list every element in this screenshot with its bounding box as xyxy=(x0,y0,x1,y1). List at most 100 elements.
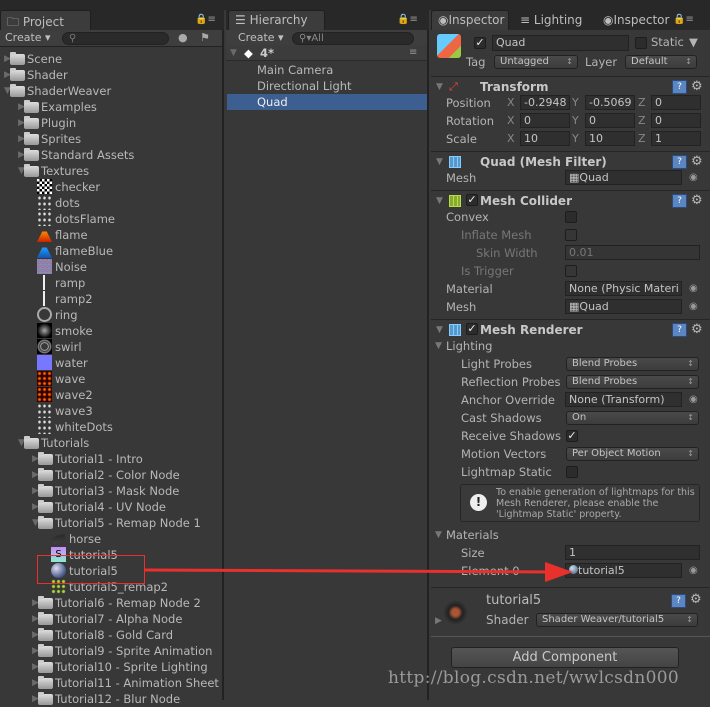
tab-project[interactable]: 🗀 Project xyxy=(0,10,91,30)
help-icon[interactable]: ? xyxy=(672,80,687,94)
cast-shadows-dropdown[interactable]: On xyxy=(566,411,699,425)
project-folder-item[interactable]: ▼ Tutorials xyxy=(0,435,222,451)
lighting-foldout[interactable]: ▼ Lighting xyxy=(431,337,710,355)
help-icon[interactable]: ? xyxy=(672,194,687,208)
project-asset-item[interactable]: wave xyxy=(0,371,222,387)
project-asset-item[interactable]: flame xyxy=(0,227,222,243)
mesh-collider-enabled-checkbox[interactable]: ✓ xyxy=(466,194,478,206)
project-asset-item[interactable]: ramp2 xyxy=(0,291,222,307)
element-0-field[interactable]: tutorial5 xyxy=(565,563,682,578)
project-folder-item[interactable]: ▶ Tutorial12 - Blur Node xyxy=(0,691,222,707)
active-checkbox[interactable]: ✓ xyxy=(474,37,486,49)
project-asset-item[interactable]: checker xyxy=(0,179,222,195)
add-component-button[interactable]: Add Component xyxy=(451,647,679,668)
layer-dropdown[interactable]: Default xyxy=(625,55,697,69)
receive-shadows-checkbox[interactable]: ✓ xyxy=(566,430,578,442)
project-folder-item[interactable]: ▶ Examples xyxy=(0,99,222,115)
help-icon[interactable]: ? xyxy=(672,155,687,169)
project-asset-item[interactable]: ramp xyxy=(0,275,222,291)
convex-checkbox[interactable] xyxy=(565,211,577,223)
hierarchy-search-input[interactable]: ⚲▾All xyxy=(292,32,414,45)
project-asset-item[interactable]: whiteDots xyxy=(0,419,222,435)
project-folder-item[interactable]: ▶ Tutorial1 - Intro xyxy=(0,451,222,467)
project-folder-item[interactable]: ▶ Plugin xyxy=(0,115,222,131)
project-folder-item[interactable]: ▶ Tutorial11 - Animation Sheet xyxy=(0,675,222,691)
motion-vectors-dropdown[interactable]: Per Object Motion xyxy=(566,447,699,461)
project-folder-item[interactable]: ▶ Tutorial9 - Sprite Animation xyxy=(0,643,222,659)
project-folder-item[interactable]: ▶ Tutorial6 - Remap Node 2 xyxy=(0,595,222,611)
project-folder-item[interactable]: ▶ Tutorial4 - UV Node xyxy=(0,499,222,515)
object-name-input[interactable]: Quad xyxy=(492,35,629,51)
project-asset-item[interactable]: horse xyxy=(0,531,222,547)
physic-material-field[interactable]: None (Physic Materi xyxy=(565,281,682,296)
tag-dropdown[interactable]: Untagged xyxy=(494,55,578,69)
reflection-probes-dropdown[interactable]: Blend Probes xyxy=(566,375,699,389)
project-folder-item[interactable]: ▶ Scene xyxy=(0,51,222,67)
project-asset-item[interactable]: wave2 xyxy=(0,387,222,403)
lightmap-static-checkbox[interactable] xyxy=(566,466,578,478)
object-picker-icon[interactable]: ◉ xyxy=(689,298,698,316)
hierarchy-item[interactable]: Directional Light xyxy=(227,78,427,94)
light-probes-dropdown[interactable]: Blend Probes xyxy=(566,357,699,371)
transform-header[interactable]: ▼ ⤢ Transform ? ⚙ xyxy=(431,76,710,96)
project-asset-item[interactable]: ring xyxy=(0,307,222,323)
scene-header[interactable]: ▼ ◆ 4* ≡ xyxy=(226,45,427,61)
lock-icon[interactable]: 🔒≡ xyxy=(397,14,418,25)
project-asset-item[interactable]: swirl xyxy=(0,339,222,355)
mesh-renderer-enabled-checkbox[interactable]: ✓ xyxy=(466,323,478,335)
project-folder-item[interactable]: ▶ Tutorial2 - Color Node xyxy=(0,467,222,483)
project-folder-item[interactable]: ▼ Tutorial5 - Remap Node 1 xyxy=(0,515,222,531)
materials-size-input[interactable]: 1 xyxy=(565,545,700,560)
z-input[interactable]: 0 xyxy=(651,113,701,128)
object-picker-icon[interactable]: ◉ xyxy=(689,169,698,187)
z-input[interactable]: 1 xyxy=(651,131,701,146)
project-folder-item[interactable]: ▶ Shader xyxy=(0,67,222,83)
mesh-collider-header[interactable]: ▼ ✓ Mesh Collider ? ⚙ xyxy=(431,190,710,210)
project-folder-item[interactable]: ▼ Textures xyxy=(0,163,222,179)
fold-arrow-icon[interactable]: ▶ xyxy=(435,616,442,626)
tab-inspector-2[interactable]: ◉Inspector xyxy=(596,10,678,30)
project-folder-item[interactable]: ▶ Tutorial10 - Sprite Lighting xyxy=(0,659,222,675)
project-asset-item[interactable]: flameBlue xyxy=(0,243,222,259)
project-folder-item[interactable]: ▶ Sprites xyxy=(0,131,222,147)
filter-by-type-icon[interactable]: ● xyxy=(178,31,188,44)
project-folder-item[interactable]: ▼ ShaderWeaver xyxy=(0,83,222,99)
x-input[interactable]: -0.2948 xyxy=(520,95,570,110)
create-button[interactable]: Create ▾ xyxy=(5,31,51,44)
expand-arrow-icon[interactable]: ▼ xyxy=(230,45,237,61)
shader-dropdown[interactable]: Shader Weaver/tutorial5 xyxy=(536,613,698,627)
static-checkbox[interactable] xyxy=(635,37,647,49)
tab-hierarchy[interactable]: ☰ Hierarchy xyxy=(228,10,325,30)
project-folder-item[interactable]: ▶ Tutorial7 - Alpha Node xyxy=(0,611,222,627)
project-asset-item[interactable]: wave3 xyxy=(0,403,222,419)
object-picker-icon[interactable]: ◉ xyxy=(689,391,698,409)
project-folder-item[interactable]: ▶ Tutorial3 - Mask Node xyxy=(0,483,222,499)
tab-inspector[interactable]: ◉Inspector xyxy=(431,10,509,30)
project-asset-item[interactable]: dots xyxy=(0,195,222,211)
help-icon[interactable]: ? xyxy=(672,323,687,337)
project-asset-item[interactable]: Noise xyxy=(0,259,222,275)
project-folder-item[interactable]: ▶ Standard Assets xyxy=(0,147,222,163)
tab-lighting[interactable]: ≡ Lighting xyxy=(513,10,593,30)
collider-mesh-field[interactable]: ▦Quad xyxy=(565,299,682,314)
project-search-input[interactable]: ⚲ xyxy=(62,32,169,45)
hierarchy-item[interactable]: Main Camera xyxy=(227,62,427,78)
hierarchy-item[interactable]: Quad xyxy=(227,94,427,110)
mesh-field[interactable]: ▦Quad xyxy=(565,170,682,185)
anchor-override-field[interactable]: None (Transform) xyxy=(565,392,682,407)
static-dropdown-icon[interactable]: ▼ xyxy=(689,35,698,49)
y-input[interactable]: -0.5069 xyxy=(585,95,635,110)
object-picker-icon[interactable]: ◉ xyxy=(689,280,698,298)
project-folder-item[interactable]: ▶ Tutorial8 - Gold Card xyxy=(0,627,222,643)
mesh-filter-header[interactable]: ▼ Quad (Mesh Filter) ? ⚙ xyxy=(431,151,710,171)
lock-icon[interactable]: 🔒≡ xyxy=(673,14,694,25)
mesh-renderer-header[interactable]: ▼ ✓ Mesh Renderer ? ⚙ xyxy=(431,319,710,339)
project-asset-item[interactable]: water xyxy=(0,355,222,371)
lock-icon[interactable]: 🔒≡ xyxy=(195,14,216,25)
filter-by-label-icon[interactable]: ⚑ xyxy=(200,31,210,44)
materials-foldout[interactable]: ▼ Materials xyxy=(431,526,710,544)
gear-icon[interactable]: ⚙ xyxy=(690,592,702,607)
x-input[interactable]: 10 xyxy=(520,131,570,146)
x-input[interactable]: 0 xyxy=(520,113,570,128)
z-input[interactable]: 0 xyxy=(651,95,701,110)
